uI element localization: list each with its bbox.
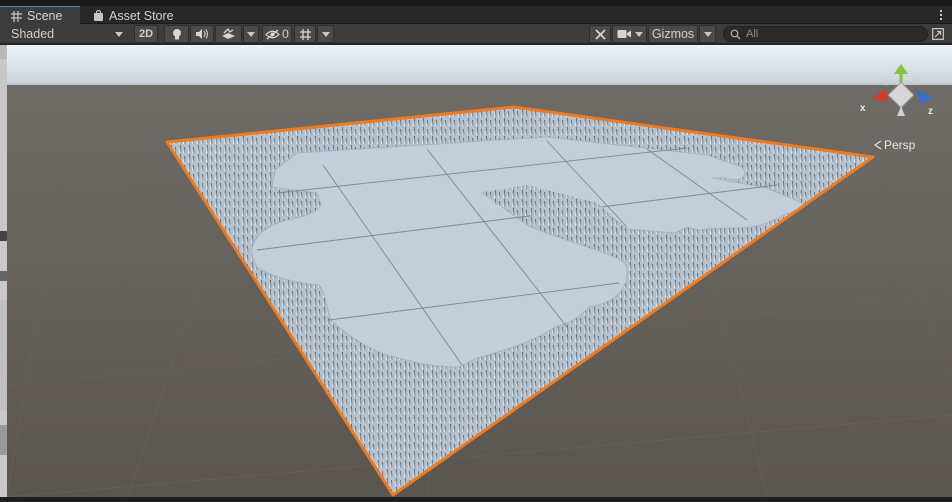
tools-button[interactable] [589,25,611,43]
grid-dropdown-button[interactable] [317,25,334,43]
projection-toggle[interactable]: Persp [874,138,915,152]
shading-mode-value: Shaded [11,27,55,41]
tab-bar: Scene Asset Store [0,6,952,25]
tab-scene[interactable]: Scene [0,6,80,25]
grid-icon [299,28,311,40]
hidden-count: 0 [282,27,289,41]
camera-settings-button[interactable] [612,25,647,43]
scene-viewport[interactable] [7,45,952,497]
center-cube-icon[interactable] [887,81,915,109]
more-options-icon[interactable] [936,7,946,23]
effects-toggle-button[interactable] [215,25,242,43]
toggle-2d-button[interactable]: 2D [134,25,158,43]
terrain-render [7,45,952,497]
shopping-bag-icon [94,10,103,21]
eye-slash-icon [265,28,281,40]
gizmos-dropdown-button[interactable] [699,25,716,43]
effects-dropdown-button[interactable] [243,25,259,43]
search-icon [730,29,741,39]
search-box[interactable] [723,26,928,42]
bottom-border [0,497,952,502]
chevron-down-icon [247,31,255,37]
maximize-icon[interactable] [930,25,946,43]
chevron-down-icon [634,31,643,37]
shading-mode-dropdown[interactable]: Shaded [6,25,128,43]
z-axis-cone-icon[interactable] [918,90,932,104]
chevron-down-icon [321,31,330,37]
tab-scene-label: Scene [27,9,63,23]
grid-toggle-button[interactable] [294,25,316,43]
wrench-cross-icon [594,28,606,40]
orientation-gizmo[interactable]: x z [858,60,946,130]
gizmos-button[interactable]: Gizmos [648,25,698,43]
layers-effects-icon [222,27,235,39]
chevron-down-icon [115,31,123,37]
hidden-objects-toggle[interactable]: 0 [262,25,292,43]
z-axis-label: z [928,106,933,117]
x-axis-cone-icon[interactable] [872,89,888,102]
chevron-down-icon [703,31,712,37]
audio-toggle-button[interactable] [190,25,214,43]
tab-asset-store-label: Asset Store [109,8,174,23]
scene-toolbar: Shaded 2D 0 Gizmos All [0,24,952,44]
tab-asset-store[interactable]: Asset Store [82,6,182,25]
x-axis-label: x [860,103,866,114]
camera-icon [617,30,631,38]
chevron-left-icon [874,140,882,150]
hash-grid-icon [11,10,22,22]
lighting-toggle-button[interactable] [164,25,189,43]
projection-label: Persp [884,138,916,152]
y-axis-cone-icon[interactable] [894,64,908,74]
search-input[interactable] [746,28,916,40]
speaker-icon [196,29,209,39]
left-dock-strip [0,45,7,502]
light-bulb-icon [172,28,181,39]
